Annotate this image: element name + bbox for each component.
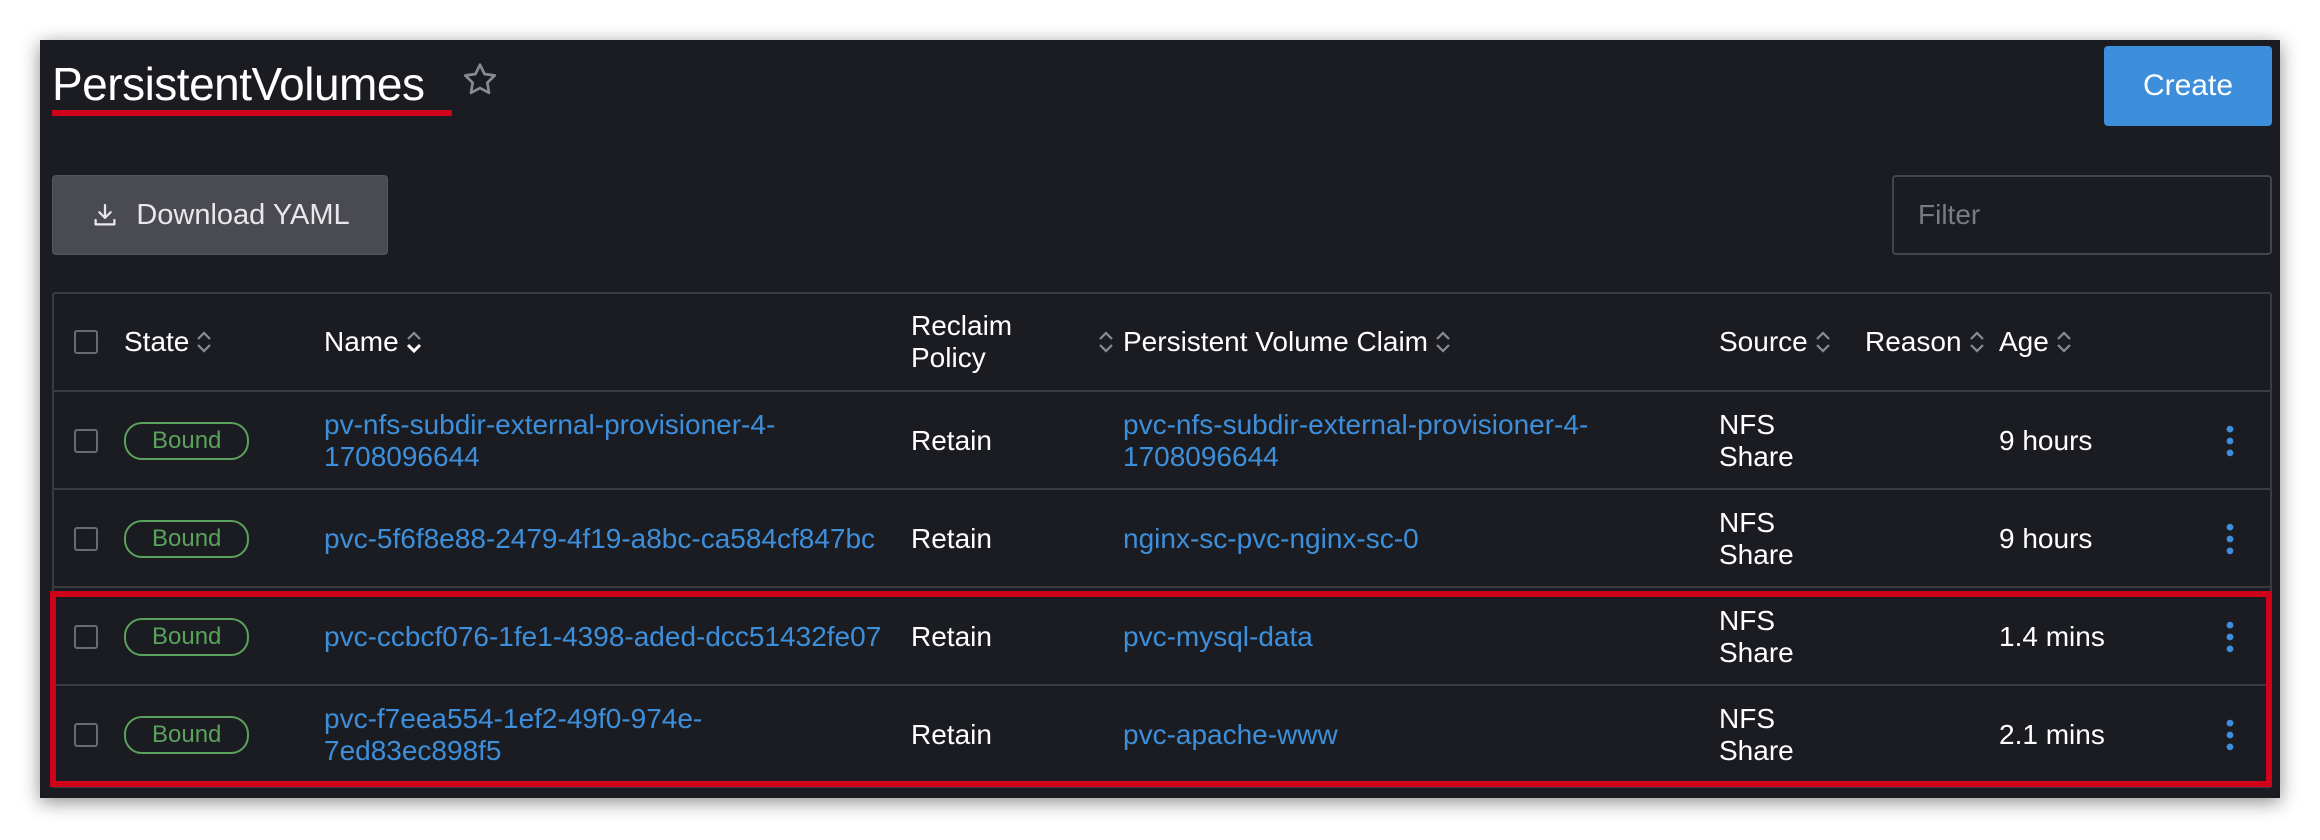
filter-input[interactable] [1892, 175, 2272, 255]
state-cell: Bound [124, 686, 250, 784]
pvc-link[interactable]: nginx-sc-pvc-nginx-sc-0 [1123, 490, 1419, 588]
row-actions-cell [2224, 588, 2236, 686]
state-cell: Bound [124, 490, 250, 588]
table-header: State Name Reclaim Policy Persistent Vol… [54, 294, 2270, 392]
sort-icon [1436, 331, 1450, 353]
create-button[interactable]: Create [2104, 46, 2272, 126]
persistent-volumes-panel: PersistentVolumes Create Download YAML S… [40, 40, 2280, 798]
column-header-pvc[interactable]: Persistent Volume Claim [1123, 294, 1452, 390]
row-select-cell [74, 392, 98, 490]
volume-name-link[interactable]: pvc-ccbcf076-1fe1-4398-aded-dcc51432fe07 [324, 588, 881, 686]
column-header-reason[interactable]: Reason [1865, 294, 1986, 390]
status-badge: Bound [124, 422, 250, 460]
column-header-name[interactable]: Name [324, 294, 423, 390]
column-header-reclaim-policy[interactable]: Reclaim Policy [911, 294, 1113, 390]
row-actions-cell [2224, 686, 2236, 784]
persistent-volumes-table: State Name Reclaim Policy Persistent Vol… [52, 292, 2272, 788]
reclaim-policy-cell: Retain [911, 523, 992, 554]
status-badge: Bound [124, 520, 250, 558]
age-cell: 9 hours [1999, 523, 2093, 554]
volume-name-link[interactable]: pvc-5f6f8e88-2479-4f19-a8bc-ca584cf847bc [324, 490, 875, 588]
row-select-cell [74, 588, 98, 686]
row-select-cell [74, 490, 98, 588]
reclaim-policy-cell: Retain [911, 719, 992, 750]
row-checkbox[interactable] [74, 723, 98, 747]
column-label-source: Source [1719, 326, 1808, 357]
age-cell: 9 hours [1999, 425, 2093, 456]
column-header-state[interactable]: State [124, 294, 213, 390]
row-checkbox[interactable] [74, 429, 98, 453]
table-row: Bound pvc-5f6f8e88-2479-4f19-a8bc-ca584c… [54, 490, 2270, 588]
kebab-menu-icon[interactable] [2224, 620, 2236, 654]
pvc-link[interactable]: pvc-nfs-subdir-external-provisioner-4- 17… [1123, 392, 1588, 490]
status-badge: Bound [124, 618, 250, 656]
row-checkbox[interactable] [74, 625, 98, 649]
age-cell: 2.1 mins [1999, 719, 2105, 750]
pvc-link[interactable]: pvc-mysql-data [1123, 588, 1313, 686]
volume-name-link[interactable]: pvc-f7eea554-1ef2-49f0-974e- 7ed83ec898f5 [324, 686, 702, 784]
volume-name-link[interactable]: pv-nfs-subdir-external-provisioner-4- 170… [324, 392, 775, 490]
column-label-reclaim-policy: Reclaim Policy [911, 310, 1013, 373]
state-cell: Bound [124, 588, 250, 686]
column-label-state: State [124, 326, 190, 357]
table-row: Bound pv-nfs-subdir-external-provisioner… [54, 392, 2270, 490]
pvc-link[interactable]: pvc-apache-www [1123, 686, 1338, 784]
kebab-menu-icon[interactable] [2224, 522, 2236, 556]
sort-icon [1969, 331, 1984, 353]
download-icon [94, 203, 116, 226]
row-select-cell [74, 686, 98, 784]
sort-icon [2057, 331, 2071, 353]
reclaim-policy-cell: Retain [911, 621, 992, 652]
sort-icon [1099, 331, 1113, 353]
sort-icon [197, 331, 212, 353]
select-all-cell [74, 294, 98, 390]
kebab-menu-icon[interactable] [2224, 424, 2236, 458]
row-actions-cell [2224, 490, 2236, 588]
row-actions-cell [2224, 392, 2236, 490]
source-cell: NFS Share [1719, 703, 1794, 766]
sort-icon [1815, 331, 1830, 353]
status-badge: Bound [124, 716, 250, 754]
column-header-age[interactable]: Age [1999, 294, 2073, 390]
age-cell: 1.4 mins [1999, 621, 2105, 652]
kebab-menu-icon[interactable] [2224, 718, 2236, 752]
column-label-age: Age [1999, 326, 2049, 357]
column-label-name: Name [324, 326, 399, 357]
select-all-checkbox[interactable] [74, 330, 98, 354]
column-header-source[interactable]: Source [1719, 294, 1832, 390]
source-cell: NFS Share [1719, 409, 1794, 472]
column-label-reason: Reason [1865, 326, 1962, 357]
table-row: Bound pvc-f7eea554-1ef2-49f0-974e- 7ed83e… [54, 686, 2270, 784]
download-yaml-button[interactable]: Download YAML [52, 175, 388, 255]
row-checkbox[interactable] [74, 527, 98, 551]
table-row: Bound pvc-ccbcf076-1fe1-4398-aded-dcc514… [54, 588, 2270, 686]
source-cell: NFS Share [1719, 605, 1794, 668]
reclaim-policy-cell: Retain [911, 425, 992, 456]
page-title: PersistentVolumes [52, 58, 425, 110]
column-label-pvc: Persistent Volume Claim [1123, 326, 1429, 357]
download-yaml-label: Download YAML [136, 198, 350, 231]
state-cell: Bound [124, 392, 250, 490]
title-annotation-underline [52, 110, 452, 116]
source-cell: NFS Share [1719, 507, 1794, 570]
star-outline-icon[interactable] [460, 60, 500, 100]
sort-down-icon [406, 331, 421, 354]
